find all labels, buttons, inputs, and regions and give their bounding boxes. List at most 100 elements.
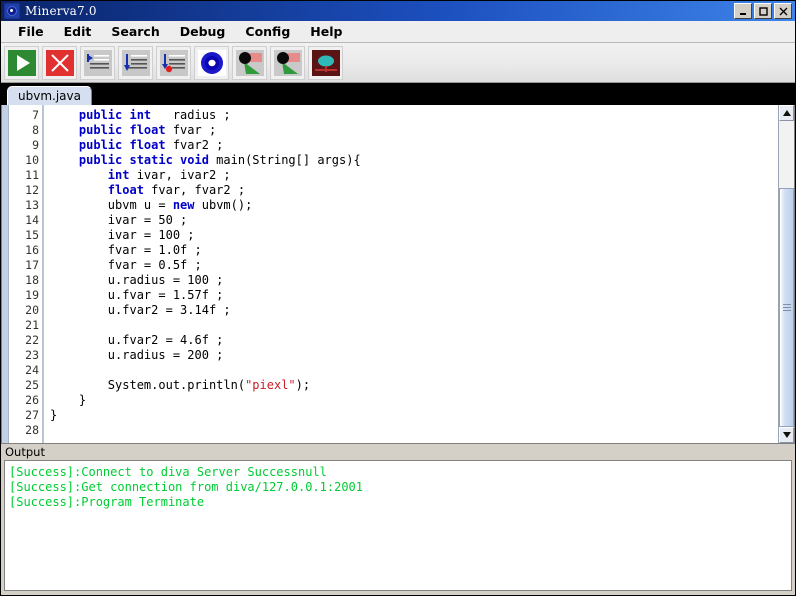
menu-item-search[interactable]: Search	[102, 22, 168, 41]
line-number: 26	[9, 393, 42, 408]
code-text: fvar2 ;	[165, 138, 224, 152]
menu-item-config[interactable]: Config	[236, 22, 299, 41]
close-button[interactable]	[774, 3, 792, 19]
code-text: fvar, fvar2 ;	[143, 183, 246, 197]
memory-chip-icon	[311, 49, 340, 76]
line-number-text: 27	[25, 408, 39, 422]
line-number: 9	[9, 138, 42, 153]
menu-bar: File Edit Search Debug Config Help	[1, 21, 795, 43]
line-number: 23	[9, 348, 42, 363]
blue-disc-icon	[197, 49, 226, 76]
magnifier-green-alt-icon	[273, 49, 302, 76]
line-number: 15	[9, 228, 42, 243]
step-into-button[interactable]	[80, 45, 115, 80]
line-number: 13	[9, 198, 42, 213]
tab-ubvm-java[interactable]: ubvm.java	[7, 86, 92, 105]
code-text: fvar = 1.0f ;	[50, 243, 202, 257]
code-text: ubvm();	[194, 198, 253, 212]
output-panel-label: Output	[1, 444, 795, 460]
code-line: public float fvar ;	[50, 123, 778, 138]
code-text: u.fvar2 = 3.14f ;	[50, 303, 231, 317]
code-line: }	[50, 393, 778, 408]
line-number-text: 9	[32, 138, 39, 152]
output-line: [Success]:Program Terminate	[9, 495, 205, 509]
code-keyword: float	[107, 183, 144, 197]
code-text: fvar ;	[165, 123, 217, 137]
toolbar	[1, 43, 795, 83]
code-line: public float fvar2 ;	[50, 138, 778, 153]
editor-vertical-scrollbar[interactable]	[778, 105, 794, 443]
line-number-text: 24	[25, 363, 39, 377]
line-number: 14	[9, 213, 42, 228]
line-number: 25	[9, 378, 42, 393]
line-number: 8	[9, 123, 42, 138]
scroll-down-button[interactable]	[779, 427, 794, 443]
code-text: ivar = 100 ;	[50, 228, 195, 242]
output-console[interactable]: [Success]:Connect to diva Server Success…	[4, 460, 792, 591]
step-over-button[interactable]	[118, 45, 153, 80]
stop-button[interactable]	[42, 45, 77, 80]
code-line: u.fvar = 1.57f ;	[50, 288, 778, 303]
line-number-text: 16	[25, 243, 39, 257]
menu-item-file[interactable]: File	[9, 22, 53, 41]
code-line: public static void main(String[] args){	[50, 153, 778, 168]
breakpoint-button[interactable]	[194, 45, 229, 80]
disc-icon	[4, 3, 20, 19]
application-window: Minerva7.0 File Edit Search Debug Config…	[0, 0, 796, 596]
line-number-text: 13	[25, 198, 39, 212]
scrollbar-track[interactable]	[779, 121, 794, 427]
window-controls	[734, 3, 792, 19]
code-editor[interactable]: 7 8 9 10 11 12 13 14 15 16 17 18 19 20 21 22 23 24 25 26 27 2…	[1, 105, 795, 444]
code-line: }	[50, 408, 778, 423]
step-breakpoint-icon	[159, 49, 188, 76]
step-into-icon	[83, 49, 112, 76]
magnifier-green-icon	[235, 49, 264, 76]
line-number-gutter[interactable]: 7 8 9 10 11 12 13 14 15 16 17 18 19 20 21 22 23 24 25 26 27 2…	[9, 105, 44, 443]
tab-label: ubvm.java	[18, 89, 81, 103]
line-number-text: 19	[25, 288, 39, 302]
code-keyword: public float	[78, 123, 166, 137]
line-number: 21	[9, 318, 42, 333]
line-number-text: 20	[25, 303, 39, 317]
menu-item-debug[interactable]: Debug	[171, 22, 235, 41]
code-text: u.radius = 200 ;	[50, 348, 224, 362]
run-button[interactable]	[4, 45, 39, 80]
code-text: main(String[] args){	[208, 153, 361, 167]
code-text: u.fvar2 = 4.6f ;	[50, 333, 224, 347]
code-text: System.out.println(	[50, 378, 246, 392]
code-text: fvar = 0.5f ;	[50, 258, 202, 272]
code-line: ubvm u = new ubvm();	[50, 198, 778, 213]
maximize-button[interactable]	[754, 3, 772, 19]
window-title: Minerva7.0	[25, 4, 97, 18]
code-text: u.radius = 100 ;	[50, 273, 224, 287]
line-number: 16	[9, 243, 42, 258]
tab-strip: ubvm.java	[1, 83, 795, 105]
output-line: [Success]:Get connection from diva/127.0…	[9, 480, 364, 494]
code-text-area[interactable]: public int radius ; public float fvar ; …	[44, 105, 778, 443]
menu-item-edit[interactable]: Edit	[55, 22, 101, 41]
step-over-icon	[121, 49, 150, 76]
watch-button[interactable]	[232, 45, 267, 80]
code-line: ivar = 100 ;	[50, 228, 778, 243]
code-line: fvar = 1.0f ;	[50, 243, 778, 258]
line-number: 19	[9, 288, 42, 303]
code-line: int ivar, ivar2 ;	[50, 168, 778, 183]
output-line: [Success]:Connect to diva Server Success…	[9, 465, 327, 479]
line-number-text: 11	[25, 168, 39, 182]
inspect-button[interactable]	[270, 45, 305, 80]
line-number-text: 28	[25, 423, 39, 437]
code-line: float fvar, fvar2 ;	[50, 183, 778, 198]
scroll-up-button[interactable]	[779, 105, 794, 121]
code-keyword: public int	[78, 108, 152, 122]
code-line: u.fvar2 = 3.14f ;	[50, 303, 778, 318]
scrollbar-thumb[interactable]	[779, 188, 794, 427]
menu-item-help[interactable]: Help	[301, 22, 351, 41]
line-number-text: 12	[25, 183, 39, 197]
minimize-button[interactable]	[734, 3, 752, 19]
memory-view-button[interactable]	[308, 45, 343, 80]
run-to-breakpoint-button[interactable]	[156, 45, 191, 80]
